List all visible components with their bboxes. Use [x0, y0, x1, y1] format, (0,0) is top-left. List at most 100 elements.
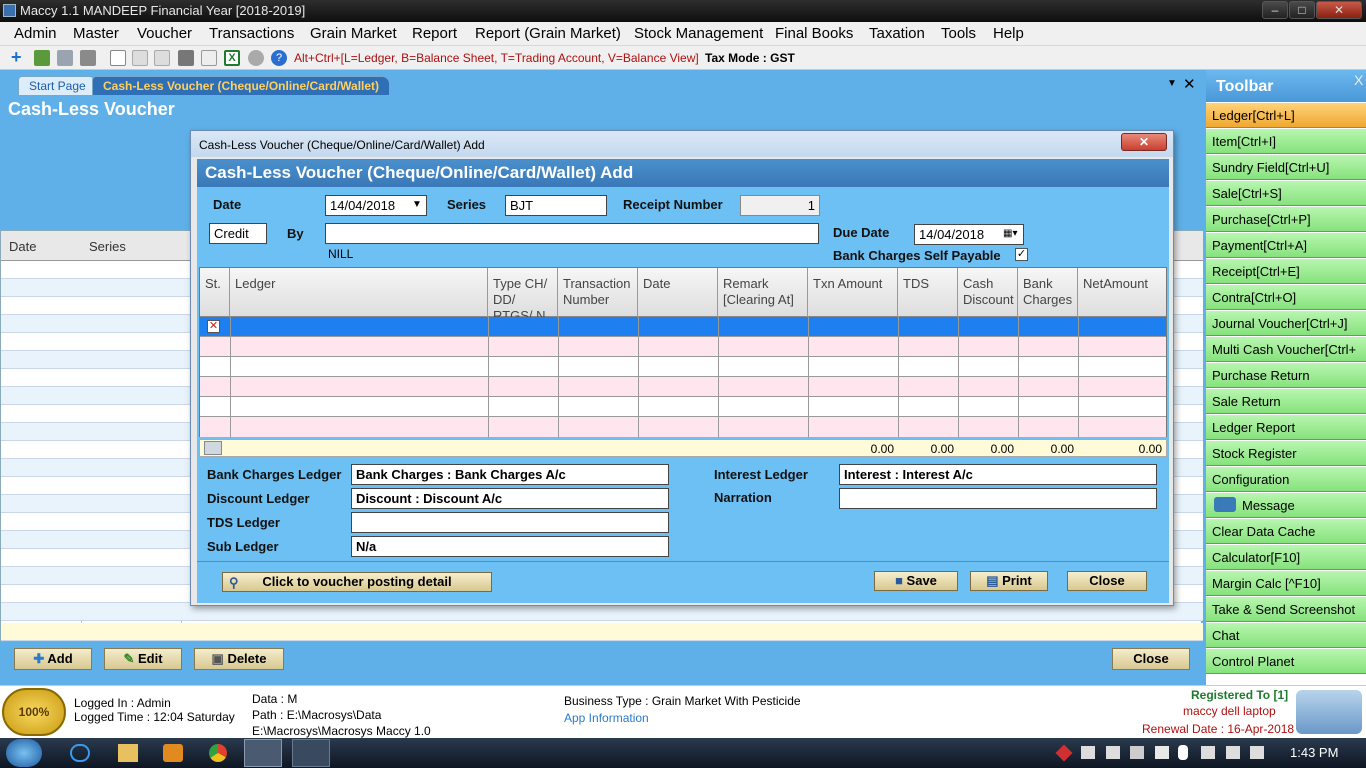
posting-detail-button[interactable]: ⚲ Click to voucher posting detail — [222, 572, 492, 592]
copy-icon[interactable] — [132, 50, 148, 66]
print-preview-icon[interactable] — [201, 50, 217, 66]
dialog-close-button[interactable]: ✕ — [1121, 133, 1167, 151]
print-button[interactable]: ▤ Print — [970, 571, 1048, 591]
minimize-button[interactable]: – — [1262, 1, 1288, 19]
add-icon[interactable]: + — [11, 48, 27, 66]
menu-tools[interactable]: Tools — [941, 25, 976, 42]
globe-icon[interactable] — [248, 50, 264, 66]
folder-icon[interactable] — [118, 744, 138, 762]
by-ledger-input[interactable] — [325, 223, 819, 244]
new-document-icon[interactable] — [110, 50, 126, 66]
add-button[interactable]: ✚ Add — [14, 648, 92, 670]
toolbar-item-message[interactable]: Message — [1206, 493, 1366, 518]
delete-row-icon[interactable]: ✕ — [207, 320, 220, 333]
chrome-icon[interactable] — [209, 744, 227, 762]
close-button[interactable]: Close — [1067, 571, 1147, 591]
toolbar-item-calculator[interactable]: Calculator[F10] — [1206, 545, 1366, 570]
battery-icon[interactable] — [1201, 746, 1215, 759]
toolbar-item-sundry-field[interactable]: Sundry Field[Ctrl+U] — [1206, 155, 1366, 180]
toolbar-item-purchase-return[interactable]: Purchase Return — [1206, 363, 1366, 388]
toolbar-item-contra[interactable]: Contra[Ctrl+O] — [1206, 285, 1366, 310]
close-tab-icon[interactable]: ✕ — [1183, 75, 1196, 93]
close-toolbar-icon[interactable]: X — [1354, 72, 1363, 88]
edit-icon[interactable] — [34, 50, 50, 66]
bluetooth-icon[interactable] — [1178, 745, 1188, 760]
calculator-icon[interactable] — [204, 441, 222, 455]
save-button[interactable]: ■ Save — [874, 571, 958, 591]
toolbar-item-sale-return[interactable]: Sale Return — [1206, 389, 1366, 414]
menu-stock-management[interactable]: Stock Management — [634, 25, 763, 42]
menu-voucher[interactable]: Voucher — [137, 25, 192, 42]
toolbar-item-chat[interactable]: Chat — [1206, 623, 1366, 648]
toolbar-item-margin-calc[interactable]: Margin Calc [^F10] — [1206, 571, 1366, 596]
tab-list-icon[interactable]: ▼ — [1167, 78, 1177, 89]
edit-button[interactable]: ✎ Edit — [104, 648, 182, 670]
toolbar-item-purchase[interactable]: Purchase[Ctrl+P] — [1206, 207, 1366, 232]
calculator-icon[interactable] — [57, 50, 73, 66]
interest-ledger-input[interactable]: Interest : Interest A/c — [839, 464, 1157, 485]
toolbar-item-configuration[interactable]: Configuration — [1206, 467, 1366, 492]
discount-ledger-input[interactable]: Discount : Discount A/c — [351, 488, 669, 509]
toolbar-item-sale[interactable]: Sale[Ctrl+S] — [1206, 181, 1366, 206]
close-window-button[interactable]: ✕ — [1316, 1, 1362, 19]
tab-cashless-voucher[interactable]: Cash-Less Voucher (Cheque/Online/Card/Wa… — [92, 76, 391, 95]
table-row[interactable] — [200, 377, 1166, 397]
internet-explorer-icon[interactable] — [70, 744, 90, 762]
close-button[interactable]: Close — [1112, 648, 1190, 670]
series-input[interactable]: BJT — [505, 195, 607, 216]
app-information-link[interactable]: App Information — [564, 711, 649, 725]
menu-report-grain-market[interactable]: Report (Grain Market) — [475, 25, 621, 42]
tray-icon[interactable] — [1081, 746, 1095, 759]
menu-report[interactable]: Report — [412, 25, 457, 42]
toolbar-item-clear-data-cache[interactable]: Clear Data Cache — [1206, 519, 1366, 544]
table-row[interactable] — [200, 397, 1166, 417]
col-date[interactable]: Date — [9, 239, 36, 254]
start-button[interactable] — [6, 739, 42, 767]
toolbar-item-multi-cash-voucher[interactable]: Multi Cash Voucher[Ctrl+ — [1206, 337, 1366, 362]
tds-ledger-input[interactable] — [351, 512, 669, 533]
notification-icon[interactable] — [1055, 744, 1073, 762]
toolbar-item-journal-voucher[interactable]: Journal Voucher[Ctrl+J] — [1206, 311, 1366, 336]
toolbar-item-control-planet[interactable]: Control Planet — [1206, 649, 1366, 674]
toolbar-item-screenshot[interactable]: Take & Send Screenshot — [1206, 597, 1366, 622]
network-icon[interactable] — [1130, 746, 1144, 759]
help-icon[interactable]: ? — [271, 50, 287, 66]
toolbar-item-payment[interactable]: Payment[Ctrl+A] — [1206, 233, 1366, 258]
due-date-picker[interactable]: 14/04/2018 ▦▾ — [914, 224, 1024, 245]
toolbar-item-ledger[interactable]: Ledger[Ctrl+L] — [1206, 103, 1366, 128]
excel-icon[interactable]: X — [224, 50, 240, 66]
filter-icon[interactable] — [80, 50, 96, 66]
table-row-selected[interactable]: ✕ — [200, 317, 1166, 337]
date-picker[interactable]: 14/04/2018 ▼ — [325, 195, 427, 216]
media-player-icon[interactable] — [163, 744, 183, 762]
bank-charges-ledger-input[interactable]: Bank Charges : Bank Charges A/c — [351, 464, 669, 485]
paste-icon[interactable] — [154, 50, 170, 66]
table-row[interactable] — [200, 337, 1166, 357]
menu-master[interactable]: Master — [73, 25, 119, 42]
menu-admin[interactable]: Admin — [14, 25, 57, 42]
menu-transactions[interactable]: Transactions — [209, 25, 294, 42]
toolbar-item-item[interactable]: Item[Ctrl+I] — [1206, 129, 1366, 154]
toolbar-item-ledger-report[interactable]: Ledger Report — [1206, 415, 1366, 440]
delete-button[interactable]: ▣ Delete — [194, 648, 284, 670]
credit-debit-field[interactable]: Credit — [209, 223, 267, 244]
signal-icon[interactable] — [1226, 746, 1240, 759]
maximize-button[interactable]: □ — [1289, 1, 1315, 19]
tray-icon[interactable] — [1106, 746, 1120, 759]
taskbar-app-maccy[interactable] — [292, 739, 330, 767]
taskbar-app-active[interactable] — [244, 739, 282, 767]
toolbar-item-receipt[interactable]: Receipt[Ctrl+E] — [1206, 259, 1366, 284]
tab-start-page[interactable]: Start Page — [18, 76, 97, 95]
printer-icon[interactable] — [178, 50, 194, 66]
toolbar-item-stock-register[interactable]: Stock Register — [1206, 441, 1366, 466]
menu-help[interactable]: Help — [993, 25, 1024, 42]
narration-input[interactable] — [839, 488, 1157, 509]
flag-icon[interactable] — [1155, 746, 1169, 759]
clock[interactable]: 1:43 PM — [1290, 745, 1338, 760]
table-row[interactable] — [200, 357, 1166, 377]
menu-final-books[interactable]: Final Books — [775, 25, 853, 42]
menu-grain-market[interactable]: Grain Market — [310, 25, 397, 42]
bank-charges-self-payable-checkbox[interactable]: ✓ — [1015, 248, 1028, 261]
volume-icon[interactable] — [1250, 746, 1264, 759]
table-row[interactable] — [200, 417, 1166, 437]
